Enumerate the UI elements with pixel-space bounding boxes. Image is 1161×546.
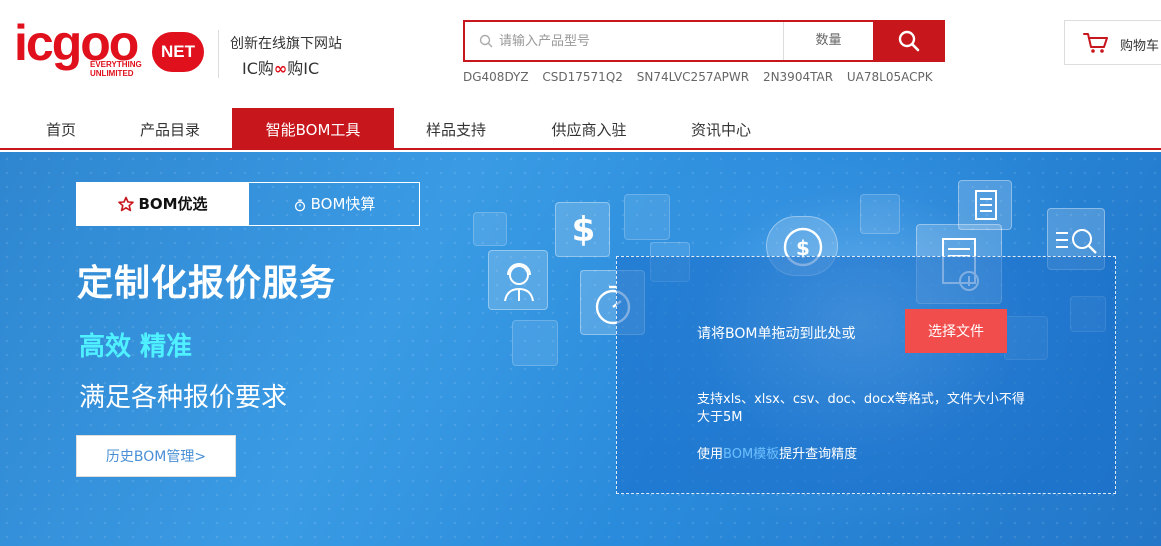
search-bar: 数量 (463, 20, 945, 62)
banner-subline: 高效 精准 (79, 332, 193, 362)
search-input[interactable] (499, 22, 779, 60)
nav-item-supplier[interactable]: 供应商入驻 (536, 108, 642, 150)
decor-square (624, 194, 670, 240)
nav-item-samples[interactable]: 样品支持 (410, 108, 502, 150)
logo-divider (218, 30, 219, 78)
support-agent-icon (504, 263, 534, 302)
bom-template-link[interactable]: BOM模板 (723, 447, 779, 462)
timer-icon (294, 199, 305, 212)
dollar-icon: $ (572, 210, 596, 250)
cart-label: 购物车 (1120, 39, 1160, 54)
hot-keyword-link[interactable]: CSD17571Q2 (542, 70, 623, 84)
tab-bom-optimize[interactable]: BOM优选 (77, 183, 249, 225)
choose-file-button[interactable]: 选择文件 (905, 309, 1007, 353)
template-note: 使用BOM模板提升查询精度 (697, 443, 857, 462)
logo-tagline: EVERYTHING UNLIMITED (90, 60, 142, 78)
icgoo-logo[interactable]: icgoo NET EVERYTHING UNLIMITED (14, 18, 204, 80)
nav-item-news[interactable]: 资讯中心 (676, 108, 766, 150)
slogan-line1: 创新在线旗下网站 (230, 36, 342, 52)
search-icon (479, 34, 493, 48)
tab-label: BOM优选 (138, 195, 208, 213)
hot-search-keywords: DG408DYZ CSD17571Q2 SN74LVC257APWR 2N390… (463, 70, 943, 84)
decor-square (860, 194, 900, 234)
decor-square: $ (555, 202, 610, 257)
decor-square (473, 212, 507, 246)
decor-square (488, 250, 548, 310)
tab-bom-quick-calc[interactable]: BOM快算 (249, 183, 419, 225)
hot-keyword-link[interactable]: DG408DYZ (463, 70, 529, 84)
cart-button[interactable]: 购物车 (1064, 20, 1161, 65)
hot-keyword-link[interactable]: SN74LVC257APWR (637, 70, 749, 84)
hot-keyword-link[interactable]: 2N3904TAR (763, 70, 833, 84)
star-icon (118, 196, 135, 212)
infinity-icon: ∞ (273, 59, 288, 78)
magnifier-icon (898, 30, 920, 52)
template-prefix: 使用 (697, 447, 724, 462)
template-suffix: 提升查询精度 (779, 447, 858, 462)
history-bom-button[interactable]: 历史BOM管理> (76, 435, 236, 477)
shopping-cart-icon (1083, 33, 1108, 53)
quantity-input[interactable]: 数量 (783, 22, 873, 60)
slogan-suffix: 购IC (287, 59, 320, 78)
nav-item-home[interactable]: 首页 (30, 108, 92, 150)
slogan-line2: IC购∞购IC (242, 55, 319, 79)
decor-square (958, 180, 1012, 230)
format-note: 支持xls、xlsx、csv、doc、docx等格式，文件大小不得大于5M (697, 392, 1025, 425)
nav-item-catalog[interactable]: 产品目录 (122, 108, 218, 150)
hot-keyword-link[interactable]: UA78L05ACPK (847, 70, 933, 84)
drop-instruction: 请将BOM单拖动到此处或 (697, 326, 856, 342)
search-button[interactable] (873, 20, 945, 62)
main-nav: 首页 产品目录 智能BOM工具 样品支持 供应商入驻 资讯中心 (0, 108, 1161, 150)
banner-headline: 定制化报价服务 (77, 263, 337, 304)
nav-item-bom-tool[interactable]: 智能BOM工具 (232, 108, 394, 150)
bom-banner: $ $ BOM优选 BOM快算 定制化报价服务 高效 精准 满足各种报价要求 历… (0, 152, 1161, 546)
tab-label: BOM快算 (310, 195, 376, 213)
decor-square (512, 320, 558, 366)
svg-text:$: $ (572, 210, 596, 250)
bom-drop-zone[interactable]: 请将BOM单拖动到此处或 选择文件 支持xls、xlsx、csv、doc、doc… (616, 256, 1116, 494)
banner-description: 满足各种报价要求 (79, 383, 288, 413)
slogan-prefix: IC购 (242, 59, 274, 78)
bom-tabs: BOM优选 BOM快算 (76, 182, 420, 226)
site-header: icgoo NET EVERYTHING UNLIMITED 创新在线旗下网站 … (0, 0, 1161, 108)
